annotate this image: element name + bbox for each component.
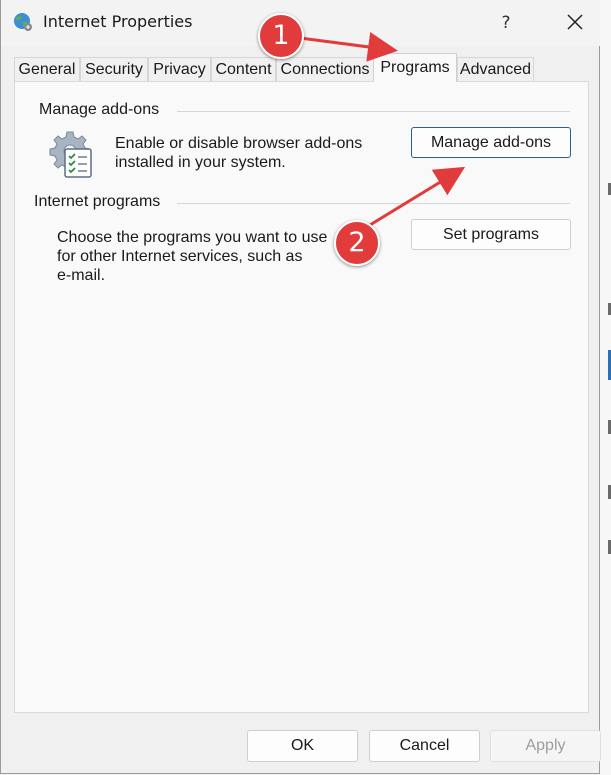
annotation-marker-2: 2 bbox=[334, 220, 380, 266]
tab-security[interactable]: Security bbox=[80, 57, 148, 81]
close-icon[interactable] bbox=[560, 9, 590, 37]
programs-panel bbox=[14, 81, 589, 713]
addons-gear-checklist-icon bbox=[47, 130, 97, 180]
apply-button[interactable]: Apply bbox=[490, 730, 601, 762]
manage-addons-description-line1: Enable or disable browser add-ons bbox=[115, 135, 363, 152]
manage-addons-button[interactable]: Manage add-ons bbox=[411, 127, 571, 158]
globe-settings-icon bbox=[13, 12, 33, 32]
tab-privacy[interactable]: Privacy bbox=[148, 57, 211, 81]
tab-advanced[interactable]: Advanced bbox=[457, 57, 534, 81]
manage-addons-group-label: Manage add-ons bbox=[39, 101, 166, 119]
tab-connections[interactable]: Connections bbox=[276, 57, 374, 81]
cancel-button[interactable]: Cancel bbox=[369, 730, 480, 762]
help-button[interactable]: ? bbox=[491, 9, 521, 37]
ok-button[interactable]: OK bbox=[247, 730, 358, 762]
internet-properties-dialog: Internet Properties ? General Security P… bbox=[0, 0, 601, 774]
tab-general[interactable]: General bbox=[14, 57, 80, 81]
window-title: Internet Properties bbox=[43, 12, 193, 31]
group-divider bbox=[177, 111, 570, 112]
group-divider bbox=[177, 203, 570, 204]
background-window-strip bbox=[600, 0, 611, 775]
internet-programs-description-line1: Choose the programs you want to use bbox=[57, 229, 328, 246]
annotation-marker-1: 1 bbox=[258, 13, 304, 59]
internet-programs-description-line3: e-mail. bbox=[57, 267, 106, 284]
internet-programs-description-line2: for other Internet services, such as bbox=[57, 248, 303, 265]
internet-programs-group-label: Internet programs bbox=[34, 193, 167, 211]
tab-content[interactable]: Content bbox=[211, 57, 276, 81]
set-programs-button[interactable]: Set programs bbox=[411, 219, 571, 250]
manage-addons-description-line2: installed in your system. bbox=[115, 154, 286, 171]
tab-programs[interactable]: Programs bbox=[373, 53, 457, 82]
